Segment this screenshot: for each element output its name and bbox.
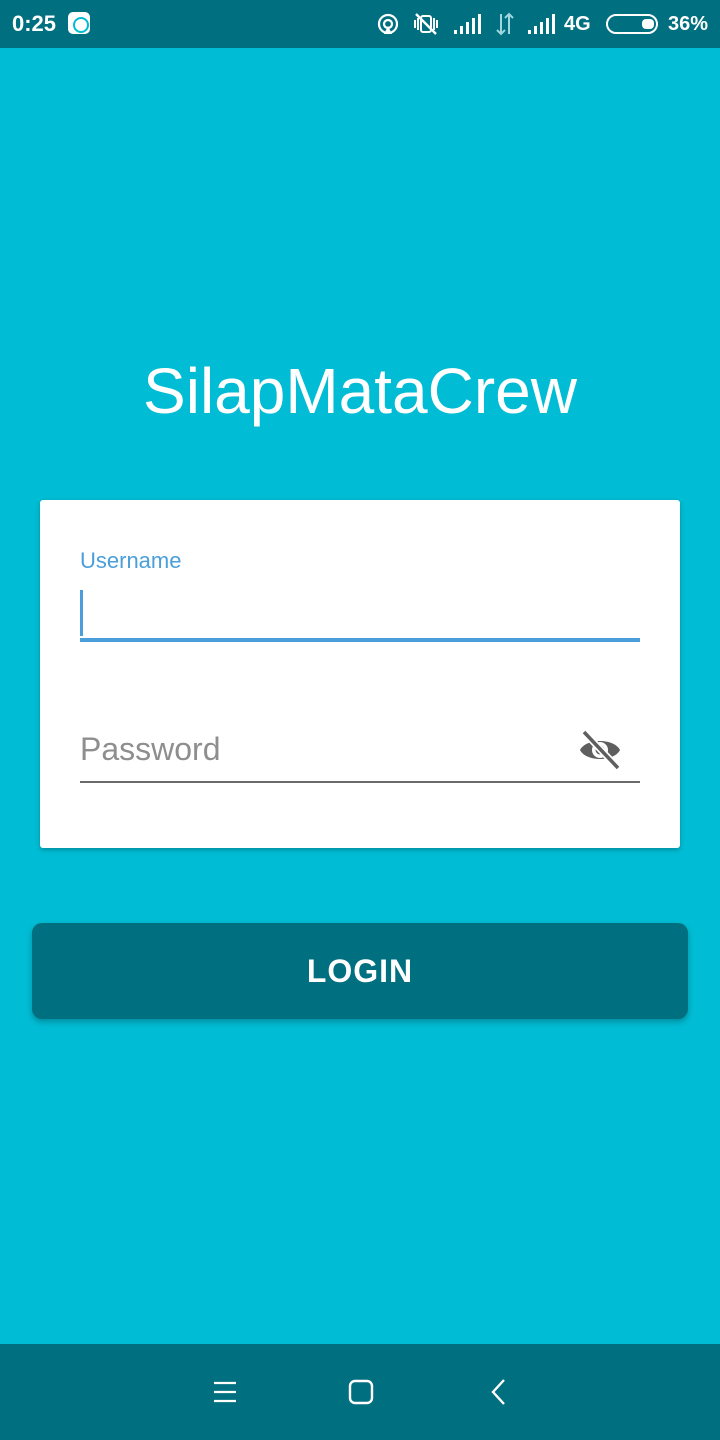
status-bar: 0:25 4G 36%	[0, 0, 720, 48]
home-icon[interactable]	[343, 1374, 379, 1410]
app-notification-icon	[68, 12, 90, 34]
vibrate-off-icon	[414, 13, 438, 35]
status-time: 0:25	[12, 11, 57, 36]
app-title: SilapMataCrew	[143, 355, 577, 427]
password-input[interactable]	[80, 722, 640, 776]
login-button[interactable]: LOGIN	[32, 923, 688, 1019]
signal-icon	[528, 14, 555, 34]
login-card: Username	[40, 500, 680, 848]
navigation-bar	[0, 1344, 720, 1440]
username-input[interactable]	[80, 584, 640, 638]
password-underline	[80, 781, 640, 783]
menu-icon[interactable]	[207, 1374, 243, 1410]
username-label: Username	[80, 548, 182, 573]
battery-icon	[606, 14, 658, 34]
hotspot-icon	[377, 13, 399, 35]
data-transfer-icon	[496, 12, 514, 36]
username-underline	[80, 638, 640, 642]
battery-percent: 36%	[668, 13, 709, 35]
text-cursor	[80, 590, 83, 636]
network-type: 4G	[564, 13, 591, 35]
password-field[interactable]	[80, 722, 640, 784]
back-icon[interactable]	[481, 1374, 517, 1410]
visibility-off-icon[interactable]	[576, 728, 624, 772]
username-field[interactable]	[80, 584, 640, 644]
signal-icon	[454, 14, 481, 34]
